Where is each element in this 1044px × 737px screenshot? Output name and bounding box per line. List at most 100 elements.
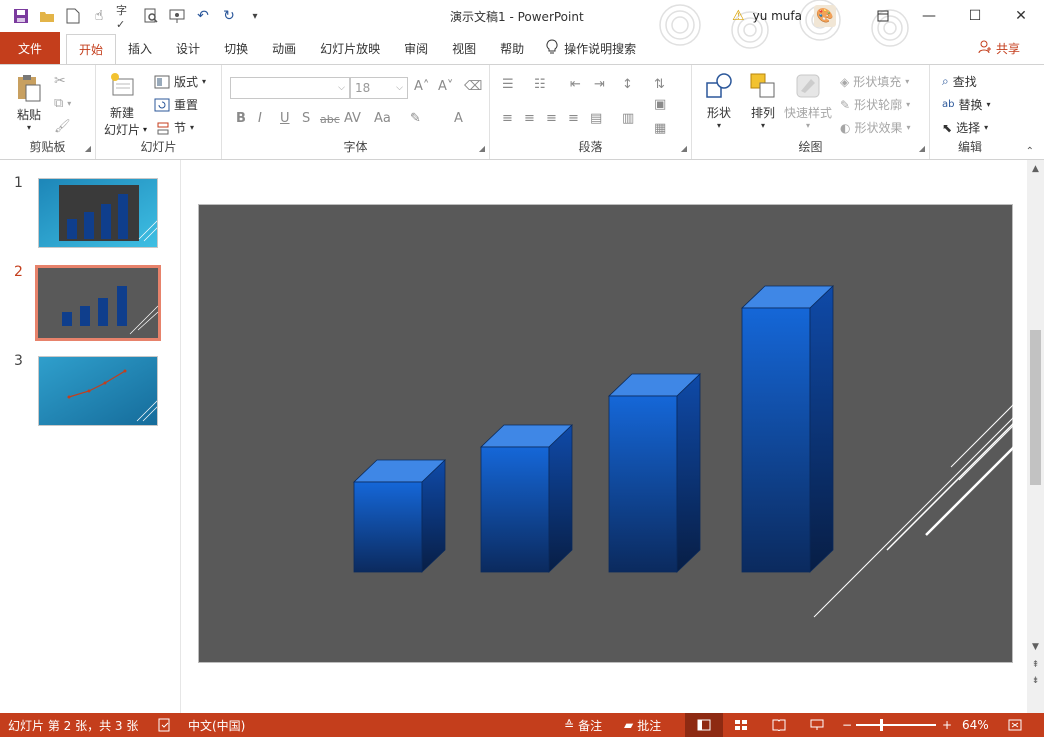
bullets-icon[interactable]: ☰ <box>502 77 514 92</box>
touch-mode-icon[interactable]: ☝ <box>90 7 108 25</box>
tab-view[interactable]: 视图 <box>440 32 488 64</box>
increase-indent-icon[interactable]: ⇥ <box>594 77 605 92</box>
zoom-in-icon[interactable]: + <box>942 718 952 732</box>
zoom-slider[interactable] <box>856 724 936 726</box>
comments-button[interactable]: ▰ 批注 <box>624 717 661 734</box>
open-folder-icon[interactable] <box>38 7 56 25</box>
arrange-button[interactable]: 排列 ▾ <box>748 71 778 130</box>
avatar[interactable]: 🎨 <box>814 5 836 27</box>
strikethrough-icon[interactable]: abc <box>320 113 340 126</box>
shape-outline-button[interactable]: ✎ 形状轮廓 ▾ <box>840 96 910 113</box>
normal-view-button[interactable] <box>685 713 723 737</box>
scroll-down-icon[interactable]: ▼ <box>1027 642 1044 652</box>
zoom-out-icon[interactable]: − <box>842 718 852 732</box>
slide-canvas[interactable] <box>198 204 1015 663</box>
increase-font-icon[interactable]: A˄ <box>414 79 429 94</box>
accessibility-icon[interactable] <box>158 718 172 732</box>
reset-button[interactable]: 重置 <box>154 96 198 113</box>
3d-bar-1[interactable] <box>353 459 446 573</box>
align-left-icon[interactable]: ≡ <box>502 111 513 126</box>
dialog-launcher-icon[interactable]: ◢ <box>919 144 925 153</box>
copy-button[interactable]: ⧉ ▾ <box>54 96 71 111</box>
dialog-launcher-icon[interactable]: ◢ <box>85 144 91 153</box>
text-shadow-icon[interactable]: S <box>302 111 310 126</box>
ribbon-display-options-icon[interactable] <box>860 0 906 32</box>
distributed-icon[interactable]: ▤ <box>590 111 602 126</box>
3d-bar-3[interactable] <box>608 373 701 573</box>
highlight-icon[interactable]: ✎ <box>410 111 421 126</box>
quick-styles-button[interactable]: 快速样式 ▾ <box>784 71 832 130</box>
tell-me-search[interactable]: 操作说明搜索 <box>536 32 648 64</box>
slideshow-button[interactable] <box>810 719 824 731</box>
minimize-icon[interactable]: — <box>906 0 952 32</box>
tab-slideshow[interactable]: 幻灯片放映 <box>308 32 392 64</box>
format-painter-button[interactable]: 🖌 <box>54 119 71 134</box>
find-button[interactable]: ⌕ 查找 <box>942 73 977 90</box>
scrollbar-thumb[interactable] <box>1030 330 1041 485</box>
underline-icon[interactable]: U <box>280 111 290 126</box>
scroll-up-icon[interactable]: ▲ <box>1027 164 1044 174</box>
slide-thumbnail-3[interactable] <box>38 356 158 426</box>
user-name[interactable]: yu mufa <box>753 9 802 23</box>
redo-icon[interactable]: ↻ <box>220 7 238 25</box>
italic-icon[interactable]: I <box>258 111 262 126</box>
clear-formatting-icon[interactable]: ⌫ <box>464 79 482 94</box>
fit-slide-icon[interactable] <box>1008 719 1022 731</box>
next-slide-icon[interactable]: ⇟ <box>1027 676 1044 686</box>
numbering-icon[interactable]: ☷ <box>534 77 546 92</box>
decrease-font-icon[interactable]: A˅ <box>438 79 453 94</box>
paste-button[interactable]: 粘贴 ▾ <box>14 73 44 132</box>
layout-button[interactable]: 版式 ▾ <box>154 73 206 90</box>
bold-icon[interactable]: B <box>236 111 246 126</box>
font-size-combo[interactable]: 18 ⌵ <box>350 77 408 99</box>
save-icon[interactable] <box>12 7 30 25</box>
slide-sorter-button[interactable] <box>734 719 748 731</box>
dialog-launcher-icon[interactable]: ◢ <box>479 144 485 153</box>
collapse-ribbon-icon[interactable]: ⌃ <box>1026 146 1034 157</box>
zoom-slider-knob[interactable] <box>880 719 883 731</box>
tab-home[interactable]: 开始 <box>66 34 117 64</box>
print-preview-icon[interactable] <box>142 7 160 25</box>
font-name-combo[interactable]: ⌵ <box>230 77 350 99</box>
tab-help[interactable]: 帮助 <box>488 32 536 64</box>
character-spacing-icon[interactable]: AV <box>344 111 361 126</box>
new-slide-button[interactable]: 新建 幻灯片 <box>104 71 140 138</box>
tab-animations[interactable]: 动画 <box>260 32 308 64</box>
dialog-launcher-icon[interactable]: ◢ <box>681 144 687 153</box>
reading-view-button[interactable] <box>772 719 786 731</box>
tab-design[interactable]: 设计 <box>164 32 212 64</box>
close-icon[interactable]: ✕ <box>998 0 1044 32</box>
previous-slide-icon[interactable]: ⇞ <box>1027 660 1044 670</box>
section-button[interactable]: 节 ▾ <box>154 119 194 136</box>
spelling-icon[interactable]: 字✓ <box>116 4 134 31</box>
vertical-scrollbar[interactable]: ▲ ▼ ⇞ ⇟ <box>1027 160 1044 713</box>
share-button[interactable]: 共享 <box>978 40 1020 57</box>
zoom-level[interactable]: 64% <box>962 718 989 732</box>
smartart-icon[interactable]: ▦ <box>654 121 666 136</box>
new-document-icon[interactable] <box>64 7 82 25</box>
undo-icon[interactable]: ↶ <box>194 7 212 25</box>
font-color-icon[interactable]: A <box>454 111 463 126</box>
select-button[interactable]: ⬉ 选择 ▾ <box>942 119 988 136</box>
3d-bar-4[interactable] <box>741 285 834 573</box>
columns-icon[interactable]: ▥ <box>622 111 634 126</box>
slide-thumbnail-2[interactable] <box>35 265 161 341</box>
decrease-indent-icon[interactable]: ⇤ <box>570 77 581 92</box>
warning-icon[interactable]: ⚠ <box>732 8 745 24</box>
align-center-icon[interactable]: ≡ <box>524 111 535 126</box>
text-direction-icon[interactable]: ⇅ <box>654 77 665 92</box>
tab-file[interactable]: 文件 <box>0 32 61 64</box>
slide-thumbnail-1[interactable] <box>38 178 158 248</box>
tab-insert[interactable]: 插入 <box>116 32 164 64</box>
3d-bar-2[interactable] <box>480 424 573 573</box>
align-text-icon[interactable]: ▣ <box>654 97 666 112</box>
replace-button[interactable]: ab 替换 ▾ <box>942 96 991 113</box>
shape-effects-button[interactable]: ◐ 形状效果 ▾ <box>840 119 911 136</box>
align-right-icon[interactable]: ≡ <box>546 111 557 126</box>
justify-icon[interactable]: ≡ <box>568 111 579 126</box>
customize-qat-icon[interactable]: ▾ <box>246 7 264 25</box>
present-from-start-icon[interactable] <box>168 7 186 25</box>
tab-review[interactable]: 审阅 <box>392 32 440 64</box>
shape-fill-button[interactable]: ◈ 形状填充 ▾ <box>840 73 909 90</box>
tab-transitions[interactable]: 切换 <box>212 32 260 64</box>
